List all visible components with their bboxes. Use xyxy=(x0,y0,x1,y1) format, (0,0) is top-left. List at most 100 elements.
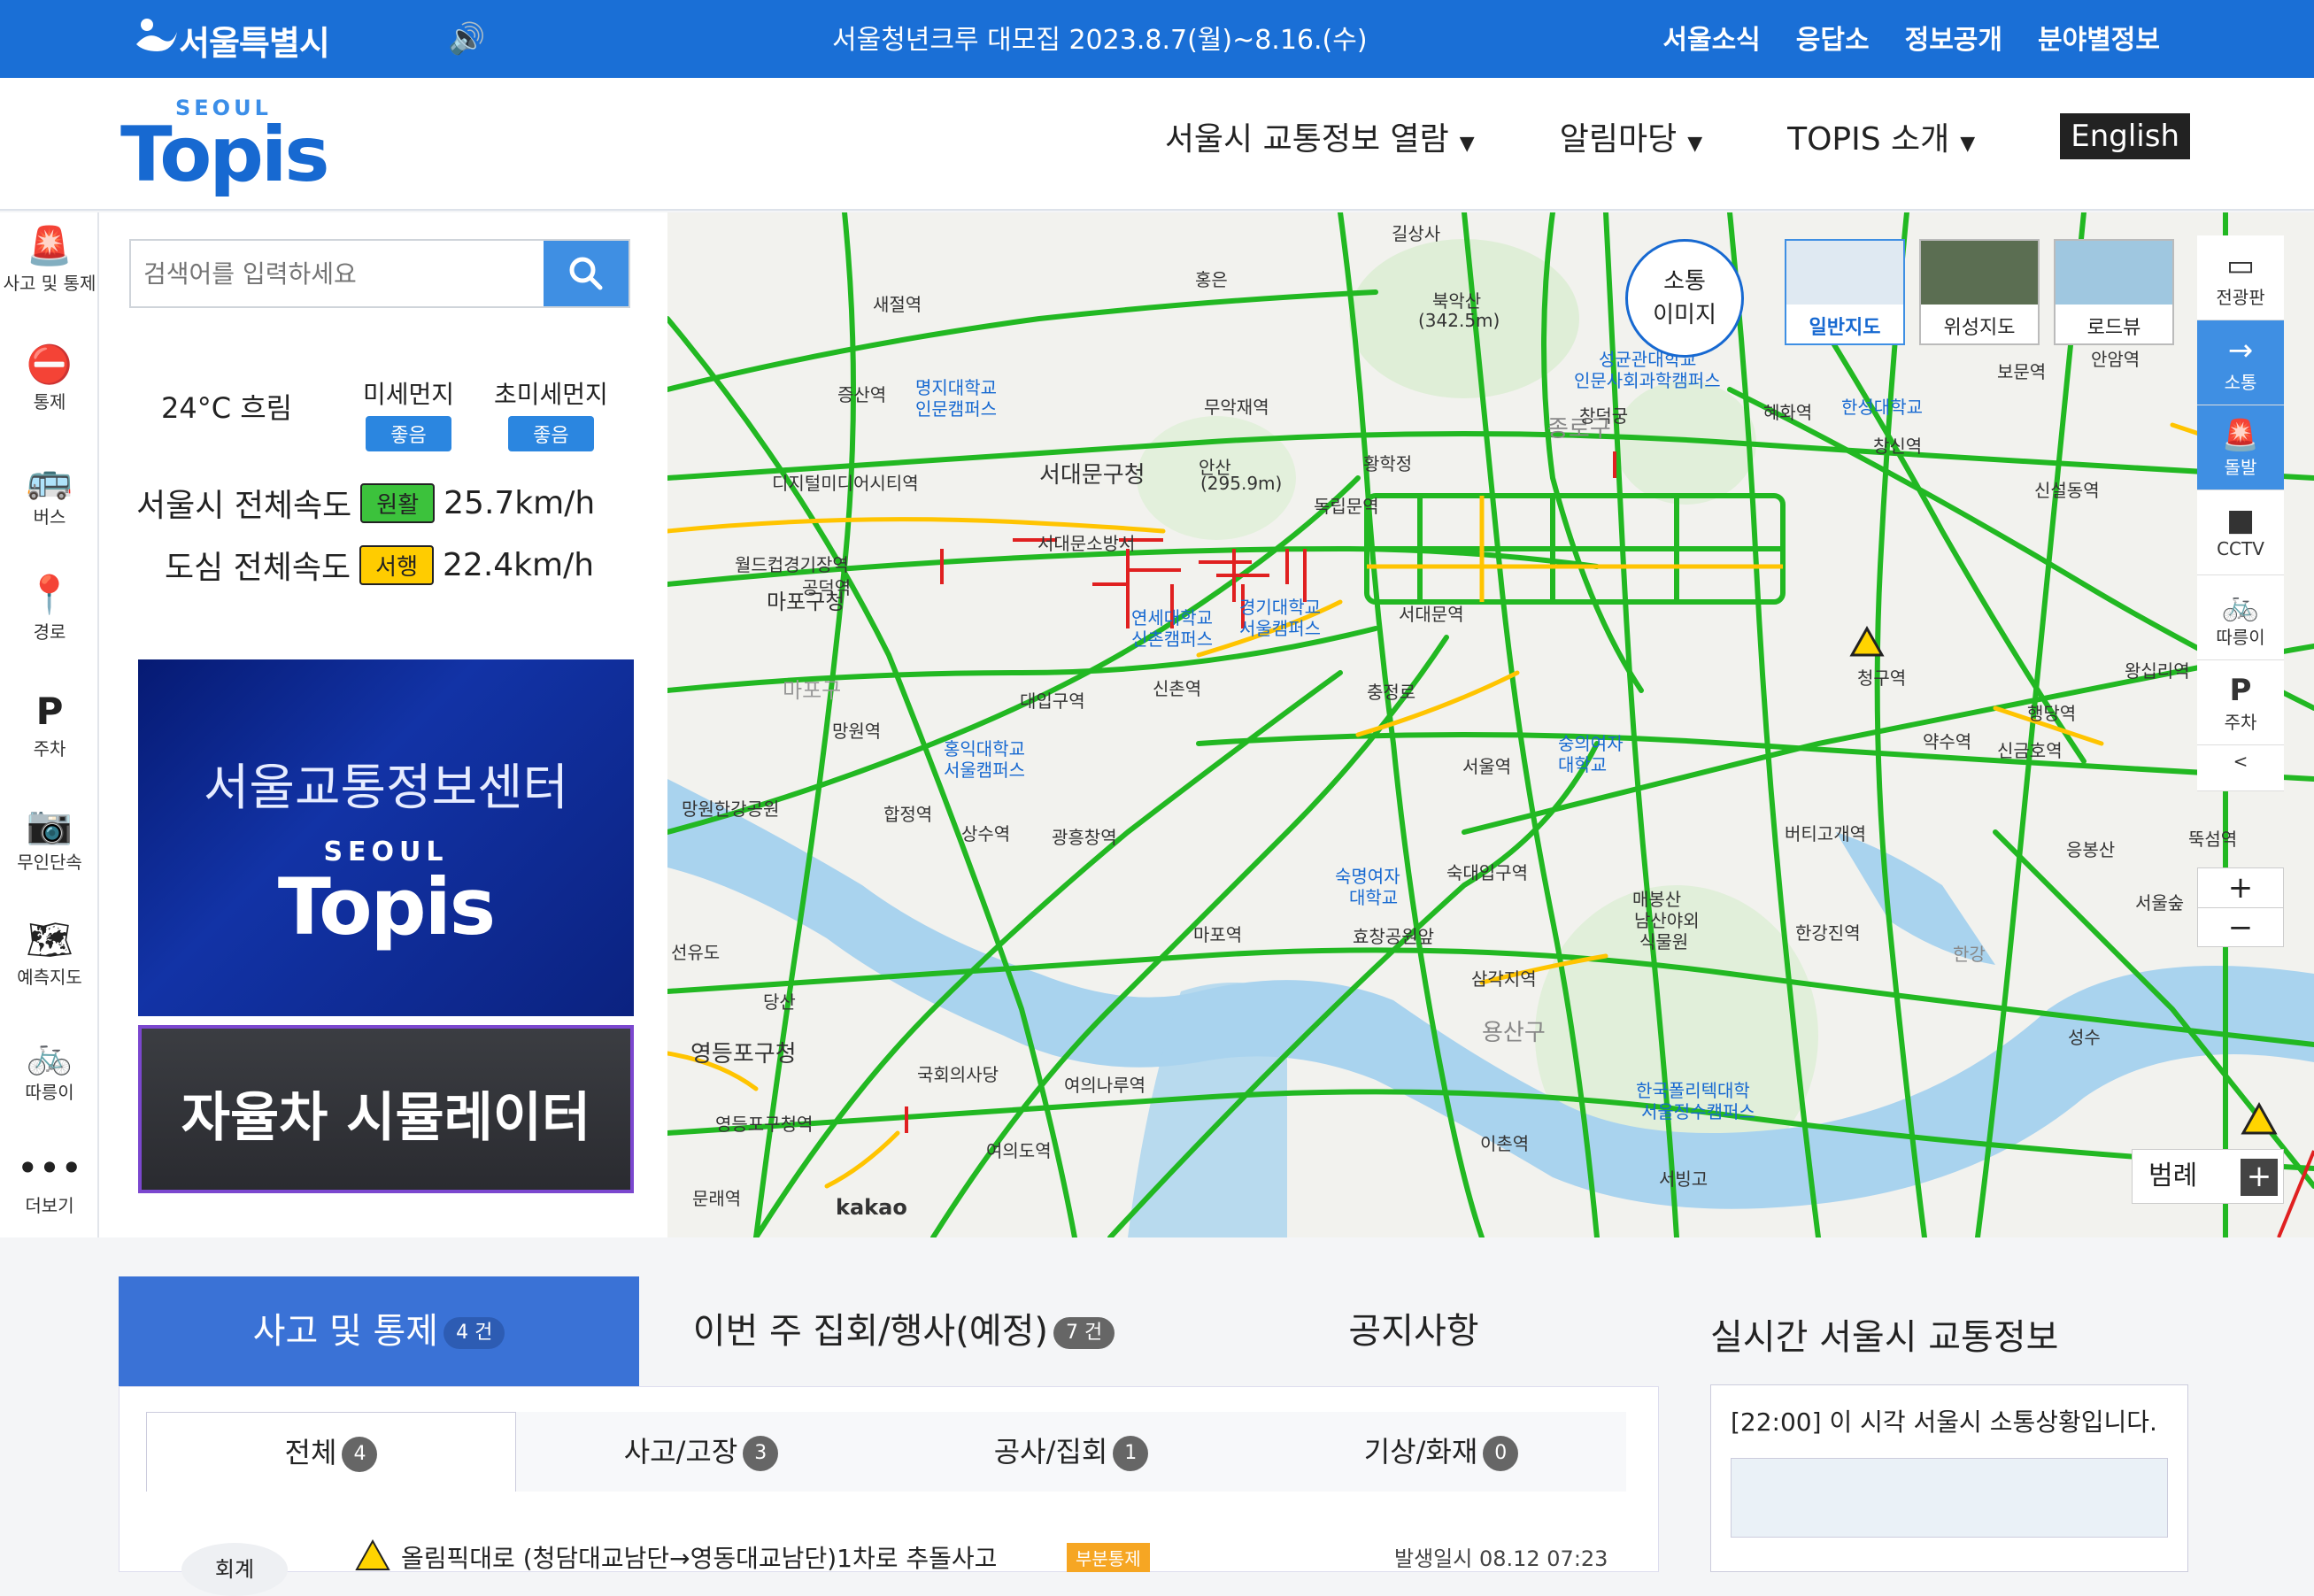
map-label: 신촌캠퍼스 xyxy=(1131,628,1213,650)
alert-beacon-icon: 🚨 xyxy=(26,224,73,267)
tool-billboard[interactable]: ▭ 전광판 xyxy=(2197,235,2284,320)
map-label: 혜화역 xyxy=(1763,402,1813,423)
incident-text: 올림픽대로 (청담대교남단→영동대교남단)1차로 추돌사고 xyxy=(401,1544,998,1573)
map-label: 창신역 xyxy=(1873,436,1923,457)
nav-notices[interactable]: 알림마당 ▼ xyxy=(1560,113,1702,159)
topis-promo-banner[interactable]: 서울교통정보센터 SEOUL Topis xyxy=(138,659,634,1016)
nav-about[interactable]: TOPIS 소개 ▼ xyxy=(1787,113,1975,159)
map-canvas[interactable] xyxy=(667,212,2314,1237)
traffic-image-button[interactable]: 소통 이미지 xyxy=(1625,239,1744,358)
map-label: 매봉산 xyxy=(1632,889,1682,910)
maptype-roadview[interactable]: 로드뷰 xyxy=(2054,239,2174,345)
top-link-by-field[interactable]: 분야별정보 xyxy=(2038,18,2160,57)
tool-cctv[interactable]: ■ CCTV xyxy=(2197,490,2284,575)
map-label: 이촌역 xyxy=(1480,1133,1530,1154)
map-label: 뚝섬역 xyxy=(2188,829,2238,850)
map-label: 공덕역 xyxy=(802,577,852,598)
rail-item-forecast-map[interactable]: 🗺 예측지도 xyxy=(0,917,99,989)
plus-icon: + xyxy=(2241,1159,2278,1196)
map-label: 인문사회과학캠퍼스 xyxy=(1574,370,1721,391)
rail-item-more[interactable]: ••• 더보기 xyxy=(0,1145,99,1217)
incident-panel: 전체 4 사고/고장 3 공사/집회 1 기상/화재 0 회계 올림픽대로 (청담대교남… xyxy=(119,1386,1659,1596)
subtab-accident[interactable]: 사고/고장 3 xyxy=(516,1412,886,1492)
bottom-section: 사고 및 통제 4 건 이번 주 집회/행사(예정) 7 건 공지사항 전체 4 사고… xyxy=(0,1237,2314,1596)
speaker-icon[interactable]: 🔊 xyxy=(448,21,485,57)
tool-incident[interactable]: 🚨 돌발 xyxy=(2197,405,2284,490)
map-label: 보문역 xyxy=(1997,361,2047,382)
map-label: 버티고개역 xyxy=(1785,823,1866,844)
subtab-all[interactable]: 전체 4 xyxy=(146,1412,516,1492)
search-input[interactable] xyxy=(131,241,547,306)
tab-rally-events[interactable]: 이번 주 집회/행사(예정) 7 건 xyxy=(639,1276,1169,1386)
map-label: 여의도역 xyxy=(986,1140,1052,1161)
tab-notices[interactable]: 공지사항 xyxy=(1169,1276,1659,1386)
header: SEOUL Topis 서울시 교통정보 열람 ▼ 알림마당 ▼ TOPIS 소개 ▼… xyxy=(0,78,2314,211)
rail-item-bus[interactable]: 🚌 버스 xyxy=(0,457,99,528)
left-icon-rail: 🚨 사고 및 통제 ⛔ 통제 🚌 버스 📍 경로 P 주차 📷 무인단속 🗺 예측지도 🚲 따릉… xyxy=(0,212,99,1237)
realtime-thumbnail[interactable] xyxy=(1731,1458,2168,1538)
english-button[interactable]: English xyxy=(2060,113,2190,159)
subtab-weather-fire[interactable]: 기상/화재 0 xyxy=(1256,1412,1626,1492)
info-tabs: 사고 및 통제 4 건 이번 주 집회/행사(예정) 7 건 공지사항 xyxy=(119,1276,1659,1386)
zoom-control: + − xyxy=(2197,867,2284,947)
tool-parking[interactable]: P 주차 xyxy=(2197,660,2284,745)
map-label: 서울캠퍼스 xyxy=(944,759,1025,781)
ultra-fine-dust: 초미세먼지 좋음 xyxy=(494,375,608,451)
map-label: 행당역 xyxy=(2027,703,2077,724)
traffic-map[interactable]: 길상사 북악산 (342.5m) 홍은 새절역 증산역 명지대학교 인문캠퍼스 … xyxy=(667,212,2314,1237)
rail-item-route[interactable]: 📍 경로 xyxy=(0,572,99,644)
rail-item-incident[interactable]: 🚨 사고 및 통제 xyxy=(0,223,99,295)
zoom-in-button[interactable]: + xyxy=(2198,868,2283,907)
rail-item-parking[interactable]: P 주차 xyxy=(0,689,99,760)
rail-item-bike[interactable]: 🚲 따릉이 xyxy=(0,1032,99,1104)
search-button[interactable] xyxy=(544,241,629,306)
warning-icon xyxy=(355,1539,390,1570)
realtime-box: [22:00] 이 시각 서울시 소통상황입니다. xyxy=(1710,1384,2188,1572)
seoul-logo-icon[interactable] xyxy=(131,12,181,62)
map-label: 북악산 xyxy=(1432,290,1482,312)
map-icon: 🗺 xyxy=(26,918,73,961)
map-label: 영등포구청 xyxy=(690,1041,797,1068)
zoom-out-button[interactable]: − xyxy=(2198,907,2283,946)
map-label: 광흥창역 xyxy=(1052,827,1117,848)
map-label: (342.5m) xyxy=(1418,310,1500,331)
top-bar: 서울특별시 🔊 서울청년크루 대모집 2023.8.7(월)~8.16.(수) … xyxy=(0,0,2314,78)
simulator-banner[interactable]: 자율차 시뮬레이터 xyxy=(138,1025,634,1193)
tool-traffic[interactable]: → 소통 xyxy=(2197,320,2284,405)
map-label: 서대문역 xyxy=(1399,604,1464,625)
maptype-normal[interactable]: 일반지도 xyxy=(1785,239,1905,345)
tab-incident-control[interactable]: 사고 및 통제 4 건 xyxy=(119,1276,639,1386)
subtab-construction[interactable]: 공사/집회 1 xyxy=(886,1412,1256,1492)
map-label: 황학정 xyxy=(1363,453,1413,474)
list-item[interactable]: 회계 올림픽대로 (청담대교남단→영동대교남단)1차로 추돌사고 부분통제 발생… xyxy=(181,1539,1633,1596)
rail-item-control[interactable]: ⛔ 통제 xyxy=(0,342,99,413)
map-label: 문래역 xyxy=(692,1188,742,1209)
tool-bike[interactable]: 🚲 따릉이 xyxy=(2197,575,2284,660)
search-box xyxy=(129,239,630,308)
map-right-toolbar: ▭ 전광판 → 소통 🚨 돌발 ■ CCTV 🚲 따릉이 P 주차 < xyxy=(2197,235,2284,791)
map-label: 왕십리역 xyxy=(2125,660,2190,682)
toolbar-collapse-button[interactable]: < xyxy=(2197,745,2284,791)
top-link-news[interactable]: 서울소식 xyxy=(1662,18,1760,57)
map-label: 삼각지역 xyxy=(1471,968,1537,990)
city-name[interactable]: 서울특별시 xyxy=(179,16,330,65)
incident-side-label: 회계 xyxy=(181,1543,288,1596)
top-link-response[interactable]: 응답소 xyxy=(1796,18,1870,57)
maptype-satellite[interactable]: 위성지도 xyxy=(1919,239,2040,345)
legend-button[interactable]: 범례 + xyxy=(2132,1149,2284,1204)
map-label: 충정로 xyxy=(1367,682,1416,703)
map-label: 길상사 xyxy=(1392,223,1441,244)
map-label: 청구역 xyxy=(1857,667,1907,689)
bicycle-icon: 🚲 xyxy=(2221,588,2260,623)
map-label: 합정역 xyxy=(883,804,933,825)
nav-traffic-info[interactable]: 서울시 교통정보 열람 ▼ xyxy=(1165,113,1475,159)
map-label: 독립문역 xyxy=(1314,496,1379,517)
map-label: 서울숲 xyxy=(2135,892,2185,914)
rail-item-enforcement[interactable]: 📷 무인단속 xyxy=(0,802,99,874)
bus-icon: 🚌 xyxy=(26,458,73,501)
topis-logo[interactable]: SEOUL Topis xyxy=(120,96,330,193)
top-link-disclosure[interactable]: 정보공개 xyxy=(1905,18,2002,57)
top-notice[interactable]: 서울청년크루 대모집 2023.8.7(월)~8.16.(수) xyxy=(832,18,1368,57)
map-label: 용산구 xyxy=(1482,1020,1546,1046)
map-label: 한강진역 xyxy=(1795,922,1861,944)
